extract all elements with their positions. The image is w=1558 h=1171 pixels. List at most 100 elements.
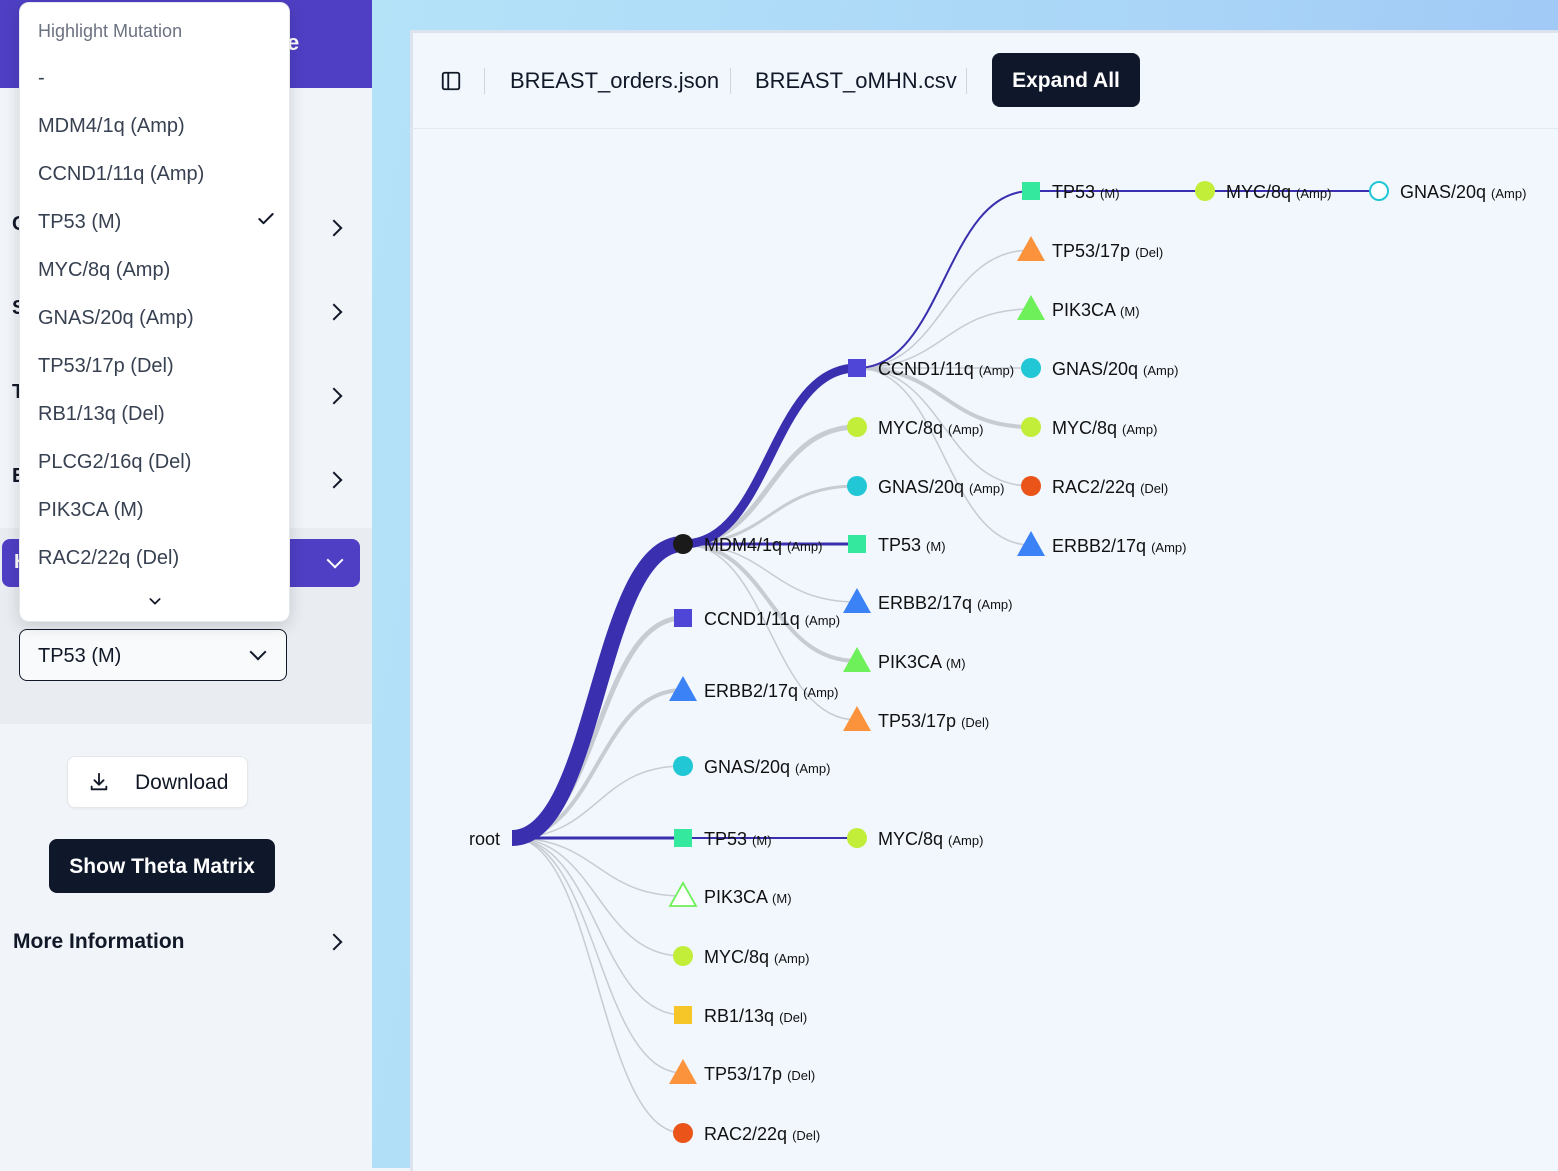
- dropdown-option[interactable]: CCND1/11q (Amp): [38, 163, 204, 186]
- node-tag: (Amp): [969, 481, 1004, 496]
- node-name: PIK3CA: [704, 887, 772, 907]
- node-circle-marker: [673, 534, 693, 554]
- node-name: MYC/8q: [878, 829, 948, 849]
- node-name: PIK3CA: [1052, 300, 1120, 320]
- node-label: ERBB2/17q (Amp): [1052, 536, 1186, 556]
- node-name: TP53/17p: [878, 711, 961, 731]
- node-label: TP53 (M): [704, 829, 772, 849]
- node-tag: (Amp): [774, 951, 809, 966]
- tree-edge-highlighted: [856, 190, 1032, 369]
- dropdown-option[interactable]: -: [38, 67, 45, 90]
- node-tag: (M): [752, 833, 772, 848]
- tree-edge: [856, 367, 1032, 546]
- node-name: RAC2/22q: [704, 1124, 792, 1144]
- tree-node[interactable]: MYC/8q (Amp): [673, 946, 809, 967]
- node-name: PIK3CA: [878, 652, 946, 672]
- dropdown-option[interactable]: RB1/13q (Del): [38, 403, 165, 426]
- node-triangle-marker: [843, 588, 871, 613]
- tree-node[interactable]: PIK3CA (M): [843, 647, 966, 672]
- tree-node[interactable]: TP53 (M): [1022, 182, 1120, 202]
- node-tag: (Del): [1135, 245, 1163, 260]
- node-tag: (Amp): [795, 761, 830, 776]
- dropdown-option[interactable]: MDM4/1q (Amp): [38, 115, 185, 138]
- node-label: TP53 (M): [878, 535, 946, 555]
- dropdown-option[interactable]: PLCG2/16q (Del): [38, 451, 191, 474]
- dropdown-heading: Highlight Mutation: [38, 21, 183, 41]
- tree-node[interactable]: PIK3CA (M): [668, 881, 792, 907]
- root-label: root: [469, 829, 500, 849]
- scroll-down-icon[interactable]: [147, 593, 163, 609]
- node-circle-marker: [1195, 181, 1215, 201]
- node-name: GNAS/20q: [1400, 182, 1491, 202]
- tree-edge: [511, 615, 684, 841]
- tree-node[interactable]: PIK3CA (M): [1017, 295, 1140, 320]
- tree-node[interactable]: GNAS/20q (Amp): [1021, 358, 1178, 379]
- node-tag: (Del): [1140, 481, 1168, 496]
- node-name: CCND1/11q: [878, 359, 979, 379]
- tree-node[interactable]: MYC/8q (Amp): [847, 828, 983, 849]
- node-circle-marker: [847, 417, 867, 437]
- tree-node[interactable]: MYC/8q (Amp): [847, 417, 983, 438]
- node-tag: (M): [1100, 186, 1120, 201]
- node-circle-marker: [673, 756, 693, 776]
- tree-node[interactable]: GNAS/20q (Amp): [847, 476, 1004, 497]
- node-name: ERBB2/17q: [1052, 536, 1151, 556]
- tree-node[interactable]: ERBB2/17q (Amp): [1017, 531, 1186, 556]
- dropdown-option-selected[interactable]: TP53 (M): [38, 211, 121, 234]
- node-triangle-outline-marker: [668, 881, 698, 907]
- node-name: CCND1/11q: [704, 609, 805, 629]
- tree-node[interactable]: TP53 (M): [848, 535, 946, 555]
- dropdown-option[interactable]: PIK3CA (M): [38, 499, 144, 522]
- node-label: MYC/8q (Amp): [878, 829, 983, 849]
- tree-node[interactable]: RAC2/22q (Del): [1021, 476, 1168, 497]
- node-name: ERBB2/17q: [704, 681, 803, 701]
- tree-node[interactable]: MYC/8q (Amp): [1021, 417, 1157, 438]
- node-tag: (Amp): [1296, 186, 1331, 201]
- node-label: RB1/13q (Del): [704, 1006, 807, 1026]
- tree-node[interactable]: RB1/13q (Del): [674, 1006, 807, 1026]
- tree-node[interactable]: GNAS/20q (Amp): [673, 756, 830, 777]
- tree-node[interactable]: GNAS/20q (Amp): [1369, 181, 1526, 202]
- node-label: ERBB2/17q (Amp): [878, 593, 1012, 613]
- tree-node[interactable]: RAC2/22q (Del): [673, 1123, 820, 1144]
- tree-edge: [511, 837, 684, 957]
- tree-node[interactable]: ERBB2/17q (Amp): [843, 588, 1012, 613]
- node-circle-marker: [1021, 476, 1041, 496]
- node-name: MYC/8q: [704, 947, 774, 967]
- node-tag: (Amp): [1122, 422, 1157, 437]
- dropdown-option[interactable]: MYC/8q (Amp): [38, 259, 170, 282]
- tree-node[interactable]: TP53/17p (Del): [669, 1059, 815, 1084]
- node-name: RAC2/22q: [1052, 477, 1140, 497]
- tree-edge-highlighted: [510, 536, 685, 846]
- dropdown-option[interactable]: RAC2/22q (Del): [38, 547, 179, 570]
- node-label: CCND1/11q (Amp): [878, 359, 1014, 379]
- node-tag: (M): [946, 656, 966, 671]
- node-circle-marker: [847, 828, 867, 848]
- tree-node[interactable]: CCND1/11q (Amp): [674, 609, 840, 629]
- dropdown-option[interactable]: GNAS/20q (Amp): [38, 307, 194, 330]
- node-circle-marker: [847, 476, 867, 496]
- node-tag: (Del): [787, 1068, 815, 1083]
- node-tag: (Del): [779, 1010, 807, 1025]
- tree-edge: [856, 249, 1032, 369]
- tree-node[interactable]: ERBB2/17q (Amp): [669, 676, 838, 701]
- node-name: TP53: [878, 535, 926, 555]
- node-name: TP53: [704, 829, 752, 849]
- node-name: MYC/8q: [1052, 418, 1122, 438]
- node-label: RAC2/22q (Del): [1052, 477, 1168, 497]
- node-label: TP53/17p (Del): [1052, 241, 1163, 261]
- tree-node[interactable]: TP53 (M): [674, 829, 772, 849]
- node-label: MDM4/1q (Amp): [704, 535, 822, 555]
- node-label: PIK3CA (M): [704, 887, 792, 907]
- node-name: GNAS/20q: [704, 757, 795, 777]
- node-tag: (Amp): [787, 539, 822, 554]
- tree-node[interactable]: TP53/17p (Del): [1017, 236, 1163, 261]
- node-label: ERBB2/17q (Amp): [704, 681, 838, 701]
- node-tag: (Amp): [1491, 186, 1526, 201]
- node-circle-marker: [673, 1123, 693, 1143]
- tree-node[interactable]: TP53/17p (Del): [843, 706, 989, 731]
- node-name: TP53/17p: [704, 1064, 787, 1084]
- node-label: TP53/17p (Del): [704, 1064, 815, 1084]
- node-square-marker: [674, 1006, 692, 1024]
- dropdown-option[interactable]: TP53/17p (Del): [38, 355, 174, 378]
